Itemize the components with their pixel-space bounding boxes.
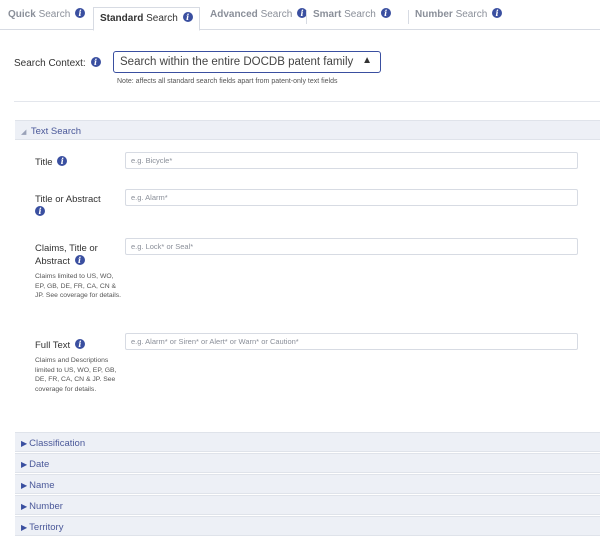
tab-quick-rest: Search [35, 9, 71, 20]
tab-number-search[interactable]: Number Search i [408, 8, 503, 30]
tab-smart-bold: Smart [313, 9, 342, 20]
field-claims-coverage-note: Claims limited to US, WO, EP, GB, DE, FR… [35, 273, 122, 299]
tab-quick-search[interactable]: Quick Search i [8, 8, 86, 30]
search-context-note: Note: affects all standard search fields… [117, 78, 338, 85]
tab-quick-bold: Quick [8, 9, 36, 20]
field-title-label-text: Title [35, 157, 53, 168]
triangle-down-icon: ◢ [21, 129, 27, 136]
panel-territory-title: Territory [29, 522, 64, 533]
panel-number-title: Number [29, 501, 63, 512]
tab-standard-rest: Search [143, 13, 178, 24]
triangle-right-icon: ▶︎ [21, 523, 28, 532]
info-icon[interactable]: i [380, 8, 391, 18]
tab-number-bold: Number [415, 9, 453, 20]
info-icon[interactable]: i [90, 57, 101, 67]
title-or-abstract-input[interactable] [125, 189, 578, 206]
tab-advanced-bold: Advanced [210, 9, 258, 20]
tab-advanced-search[interactable]: Advanced Search i [210, 8, 308, 30]
triangle-right-icon: ▶︎ [21, 481, 28, 490]
panel-classification-title: Classification [29, 438, 86, 449]
panel-number[interactable]: ▶︎ Number [15, 495, 600, 515]
panel-date[interactable]: ▶︎ Date [15, 453, 600, 473]
info-icon[interactable]: i [35, 206, 45, 216]
field-claims-label-text: Claims, Title or Abstract [35, 243, 98, 267]
panel-classification[interactable]: ▶︎ Classification [15, 432, 600, 452]
field-full-text-coverage-note: Claims and Descriptions limited to US, W… [35, 357, 117, 393]
panel-date-title: Date [29, 459, 50, 470]
tab-advanced-rest: Search [257, 9, 293, 20]
search-context-selected-value: Search within the entire DOCDB patent fa… [120, 56, 354, 68]
full-text-input[interactable] [125, 333, 578, 350]
triangle-right-icon: ▶︎ [21, 460, 28, 469]
search-tabs: Quick Search i Standard Search i Advance… [0, 0, 600, 31]
field-title-abstract-label-text: Title or Abstract [35, 194, 101, 205]
tab-standard-bold: Standard [100, 13, 144, 24]
info-icon[interactable]: i [74, 255, 85, 265]
tab-smart-search[interactable]: Smart Search i [306, 8, 391, 30]
tab-smart-rest: Search [341, 9, 376, 20]
search-context-label: Search Context: i [14, 57, 101, 69]
search-context-select[interactable]: Search within the entire DOCDB patent fa… [113, 51, 381, 73]
info-icon[interactable]: i [75, 8, 86, 18]
tab-separator [306, 10, 307, 24]
field-full-text-label-text: Full Text [35, 340, 71, 351]
info-icon[interactable]: i [492, 8, 503, 18]
triangle-right-icon: ▶︎ [21, 439, 28, 448]
field-claims-label: Claims, Title or Abstract i [35, 243, 111, 268]
info-icon[interactable]: i [74, 339, 85, 349]
search-context-label-text: Search Context: [14, 58, 86, 69]
field-title-label: Title i [35, 156, 125, 169]
info-icon[interactable]: i [57, 156, 68, 166]
tab-standard-search[interactable]: Standard Search i [93, 7, 200, 31]
tab-separator [408, 10, 409, 24]
divider [14, 101, 600, 102]
panel-name[interactable]: ▶︎ Name [15, 474, 600, 494]
panel-text-search[interactable]: ◢ Text Search [15, 120, 600, 140]
select-arrows-icon: ▲︎ [362, 55, 372, 66]
field-title-abstract-label: Title or Abstract i [35, 194, 125, 219]
panel-territory[interactable]: ▶︎ Territory [15, 516, 600, 536]
info-icon[interactable]: i [182, 12, 193, 22]
panel-name-title: Name [29, 480, 55, 491]
tab-number-rest: Search [452, 9, 488, 20]
triangle-right-icon: ▶︎ [21, 502, 28, 511]
title-input[interactable] [125, 152, 578, 169]
field-full-text-label: Full Text i [35, 339, 125, 352]
claims-title-abstract-input[interactable] [125, 238, 578, 255]
panel-text-search-title: Text Search [30, 126, 82, 137]
